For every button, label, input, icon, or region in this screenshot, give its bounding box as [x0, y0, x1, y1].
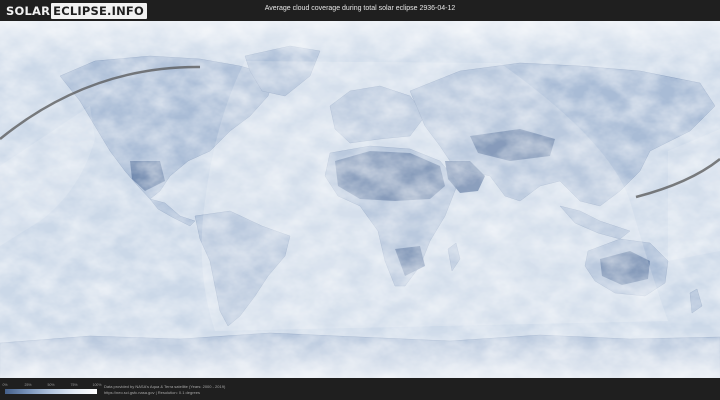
legend-ticks: 0% 25% 50% 75% 100% — [2, 383, 101, 389]
page-title: Average cloud coverage during total sola… — [264, 5, 456, 12]
credits-source: Data provided by NASA's Aqua & Terra sat… — [104, 384, 226, 389]
legend-tick: 75% — [70, 383, 78, 387]
credits-link[interactable]: https://neo.sci.gsfc.nasa.gov | Resoluti… — [104, 390, 225, 396]
data-credits: Data provided by NASA's Aqua & Terra sat… — [104, 384, 225, 395]
legend-tick: 50% — [47, 383, 55, 387]
legend-color-bar — [5, 389, 97, 394]
cloud-coverage-legend: 0% 25% 50% 75% 100% — [2, 383, 101, 394]
header-bar: SOLAR ECLIPSE.INFO Average cloud coverag… — [0, 0, 720, 21]
cloud-coverage-map — [0, 21, 720, 378]
legend-tick: 0% — [2, 383, 8, 387]
penumbra-region-east — [668, 129, 720, 261]
legend-tick: 100% — [92, 383, 102, 387]
legend-tick: 25% — [24, 383, 32, 387]
